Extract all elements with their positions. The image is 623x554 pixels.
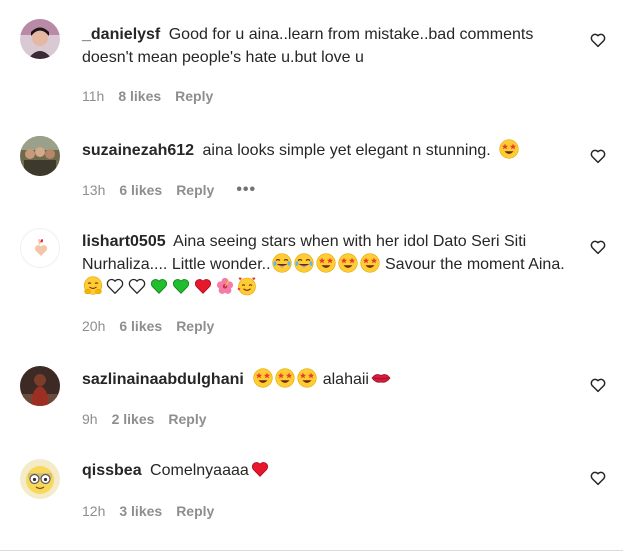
avatar[interactable] xyxy=(20,366,60,406)
comment-body: qissbea Comelnyaaaa xyxy=(82,459,572,482)
comment-meta: 11h 8 likes Reply xyxy=(82,88,213,104)
avatar[interactable] xyxy=(20,228,60,268)
comment-username[interactable]: sazlinainaabdulghani xyxy=(82,371,244,388)
avatar[interactable] xyxy=(20,19,60,59)
reply-button[interactable]: Reply xyxy=(176,503,214,519)
white-heart-emoji xyxy=(105,276,125,296)
comment-text: Comelnyaaaa xyxy=(150,462,249,479)
comment-meta: 12h 3 likes Reply xyxy=(82,503,214,519)
comment-likes[interactable]: 6 likes xyxy=(119,318,162,334)
comment-meta: 13h 6 likes Reply ••• xyxy=(82,181,256,199)
red-heart-emoji xyxy=(250,459,270,479)
comment-username[interactable]: _danielysf xyxy=(82,26,160,43)
comment-username[interactable]: lishart0505 xyxy=(82,233,166,250)
avatar[interactable] xyxy=(20,459,60,499)
comment-body: lishart0505 Aina seeing stars when with … xyxy=(82,230,572,299)
reply-button[interactable]: Reply xyxy=(176,318,214,334)
star-struck-emoji xyxy=(297,368,317,388)
comment-body: sazlinainaabdulghani alahaii xyxy=(82,368,572,391)
star-struck-emoji xyxy=(253,368,273,388)
star-struck-emoji xyxy=(316,253,336,273)
comment-meta: 20h 6 likes Reply xyxy=(82,318,214,334)
divider xyxy=(0,550,623,551)
hibiscus-emoji xyxy=(215,276,235,296)
star-struck-emoji xyxy=(275,368,295,388)
comment-text: aina looks simple yet elegant n stunning… xyxy=(202,142,491,159)
avatar[interactable] xyxy=(20,136,60,176)
like-heart-icon[interactable] xyxy=(589,31,607,49)
like-heart-icon[interactable] xyxy=(589,147,607,165)
comment-time[interactable]: 20h xyxy=(82,318,105,334)
hugging-emoji xyxy=(83,276,103,296)
kiss-lips-emoji xyxy=(370,368,392,388)
like-heart-icon[interactable] xyxy=(589,376,607,394)
white-heart-emoji xyxy=(127,276,147,296)
star-struck-emoji xyxy=(360,253,380,273)
comment-time[interactable]: 13h xyxy=(82,182,105,198)
tears-of-joy-emoji xyxy=(294,253,314,273)
comment-likes[interactable]: 6 likes xyxy=(119,182,162,198)
comment-username[interactable]: qissbea xyxy=(82,462,142,479)
comment-body: suzainezah612 aina looks simple yet eleg… xyxy=(82,139,572,162)
reply-button[interactable]: Reply xyxy=(175,88,213,104)
comment-username[interactable]: suzainezah612 xyxy=(82,142,194,159)
comment-time[interactable]: 9h xyxy=(82,411,98,427)
comment-meta: 9h 2 likes Reply xyxy=(82,411,207,427)
more-options-icon[interactable]: ••• xyxy=(236,181,256,199)
red-heart-emoji xyxy=(193,276,213,296)
comment-text: alahaii xyxy=(322,371,369,388)
star-struck-emoji xyxy=(499,139,519,159)
comment-time[interactable]: 12h xyxy=(82,503,105,519)
reply-button[interactable]: Reply xyxy=(168,411,206,427)
reply-button[interactable]: Reply xyxy=(176,182,214,198)
comment-likes[interactable]: 8 likes xyxy=(118,88,161,104)
comment-time[interactable]: 11h xyxy=(82,88,104,104)
tears-of-joy-emoji xyxy=(272,253,292,273)
smiling-face-with-hearts-emoji xyxy=(237,276,257,296)
comment-likes[interactable]: 2 likes xyxy=(112,411,155,427)
like-heart-icon[interactable] xyxy=(589,469,607,487)
green-heart-emoji xyxy=(171,276,191,296)
comment-body: _danielysf Good for u aina..learn from m… xyxy=(82,23,572,69)
like-heart-icon[interactable] xyxy=(589,238,607,256)
green-heart-emoji xyxy=(149,276,169,296)
star-struck-emoji xyxy=(338,253,358,273)
comment-likes[interactable]: 3 likes xyxy=(119,503,162,519)
comment-text: Savour the moment Aina. xyxy=(385,256,565,273)
